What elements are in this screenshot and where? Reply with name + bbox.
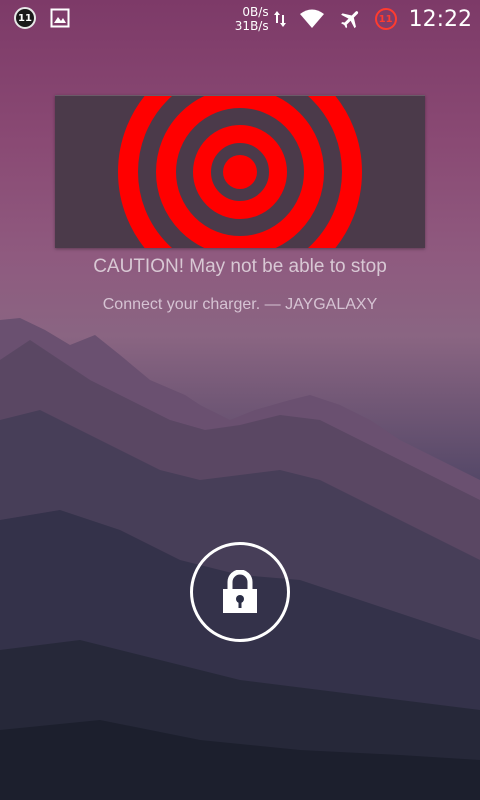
lock-screen: 11 0B/s 31B/s 11 12:22 CAUTION! May not … xyxy=(0,0,480,800)
data-transfer-icon xyxy=(273,11,286,27)
image-notification-icon[interactable] xyxy=(50,8,70,28)
network-speed: 0B/s 31B/s xyxy=(235,5,269,33)
lockscreen-widget[interactable] xyxy=(55,95,425,248)
caution-message: CAUTION! May not be able to stop xyxy=(93,256,387,277)
net-speed-up: 31B/s xyxy=(234,19,269,33)
owner-info-text: Connect your charger. — JAYGALAXY xyxy=(102,296,378,313)
unlock-button[interactable] xyxy=(190,542,290,642)
alert-badge-icon[interactable]: 11 xyxy=(374,8,397,30)
padlock-icon xyxy=(223,570,257,613)
net-speed-down: 0B/s xyxy=(242,5,269,19)
status-clock: 12:22 xyxy=(408,6,472,32)
airplane-mode-icon xyxy=(340,11,358,29)
status-bar: 11 0B/s 31B/s 11 12:22 xyxy=(0,0,480,38)
target-icon xyxy=(118,96,362,248)
wifi-icon xyxy=(299,9,324,28)
notification-badge-icon[interactable]: 11 xyxy=(14,7,36,29)
